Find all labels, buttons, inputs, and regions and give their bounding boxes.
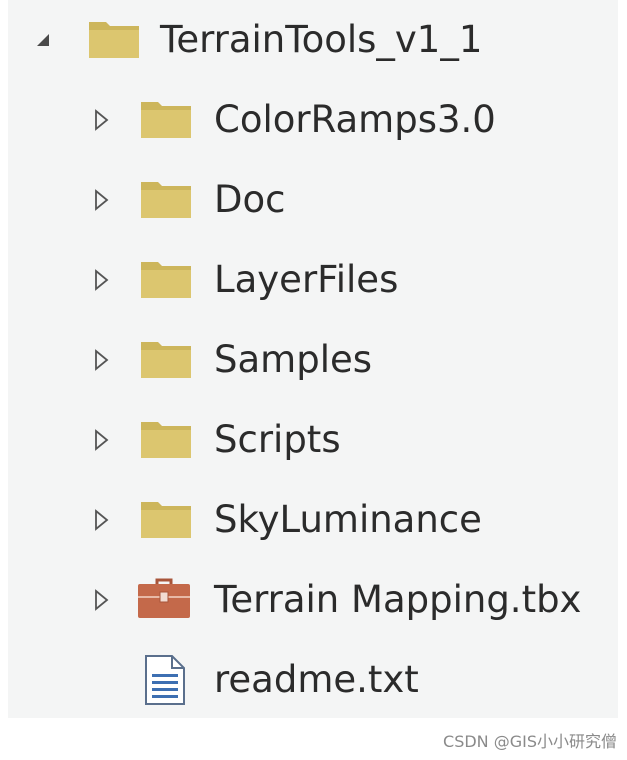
expand-triangle-icon[interactable] bbox=[90, 586, 112, 614]
tree-item-label: ColorRamps3.0 bbox=[214, 98, 496, 141]
expand-triangle-icon[interactable] bbox=[90, 266, 112, 294]
watermark-text: CSDN @GIS小小研究僧 bbox=[443, 732, 617, 751]
folder-icon bbox=[138, 254, 194, 304]
tree-item-samples[interactable]: Samples bbox=[8, 320, 618, 400]
tree-item-layerfiles[interactable]: LayerFiles bbox=[8, 240, 618, 320]
text-file-icon bbox=[140, 654, 196, 705]
expand-triangle-icon[interactable] bbox=[90, 346, 112, 374]
expand-triangle-icon[interactable] bbox=[90, 426, 112, 454]
tree-item-label: readme.txt bbox=[214, 658, 419, 701]
tree-root-label: TerrainTools_v1_1 bbox=[160, 18, 483, 61]
tree-item-scripts[interactable]: Scripts bbox=[8, 400, 618, 480]
tree-root-row[interactable]: TerrainTools_v1_1 bbox=[8, 0, 618, 80]
tree-item-skyluminance[interactable]: SkyLuminance bbox=[8, 480, 618, 560]
toolbox-icon bbox=[136, 574, 192, 624]
tree-item-label: LayerFiles bbox=[214, 258, 399, 301]
collapse-triangle-icon[interactable] bbox=[32, 26, 54, 54]
folder-icon bbox=[138, 94, 194, 144]
tree-item-terrain-mapping[interactable]: Terrain Mapping.tbx bbox=[8, 560, 618, 640]
tree-item-colorramps[interactable]: ColorRamps3.0 bbox=[8, 80, 618, 160]
tree-item-label: SkyLuminance bbox=[214, 498, 482, 541]
folder-icon bbox=[138, 414, 194, 464]
folder-icon bbox=[138, 494, 194, 544]
expand-triangle-icon[interactable] bbox=[90, 506, 112, 534]
folder-icon bbox=[86, 14, 142, 64]
expand-triangle-icon[interactable] bbox=[90, 106, 112, 134]
tree-item-label: Scripts bbox=[214, 418, 341, 461]
tree-item-label: Doc bbox=[214, 178, 286, 221]
catalog-tree-panel: TerrainTools_v1_1 ColorRamps3.0 Doc Laye… bbox=[8, 0, 618, 718]
expand-triangle-icon[interactable] bbox=[90, 186, 112, 214]
tree-item-readme[interactable]: readme.txt bbox=[8, 640, 618, 720]
tree-item-label: Terrain Mapping.tbx bbox=[214, 578, 582, 621]
folder-icon bbox=[138, 334, 194, 384]
tree-item-doc[interactable]: Doc bbox=[8, 160, 618, 240]
folder-icon bbox=[138, 174, 194, 224]
tree-item-label: Samples bbox=[214, 338, 373, 381]
